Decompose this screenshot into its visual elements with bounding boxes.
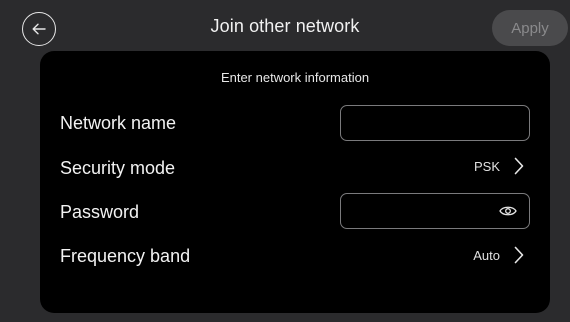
security-mode-value: PSK — [473, 158, 500, 174]
network-name-field[interactable] — [340, 105, 530, 141]
network-info-card: Enter network information Network name S… — [40, 51, 550, 313]
frequency-band-label: Frequency band — [60, 246, 191, 266]
card-heading: Enter network information — [220, 70, 370, 85]
security-mode-label: Security mode — [60, 158, 176, 178]
header: Join other network Apply — [0, 0, 570, 52]
password-label: Password — [60, 202, 140, 222]
page-title: Join other network — [210, 16, 360, 36]
password-field[interactable] — [340, 193, 530, 229]
frequency-band-select[interactable]: Auto — [473, 246, 524, 264]
chevron-right-icon — [514, 157, 524, 175]
apply-button[interactable]: Apply — [492, 10, 568, 46]
frequency-band-value: Auto — [473, 247, 500, 263]
eye-icon[interactable] — [499, 204, 517, 218]
chevron-right-icon — [514, 246, 524, 264]
network-name-label: Network name — [60, 113, 177, 133]
security-mode-select[interactable]: PSK — [474, 157, 524, 175]
